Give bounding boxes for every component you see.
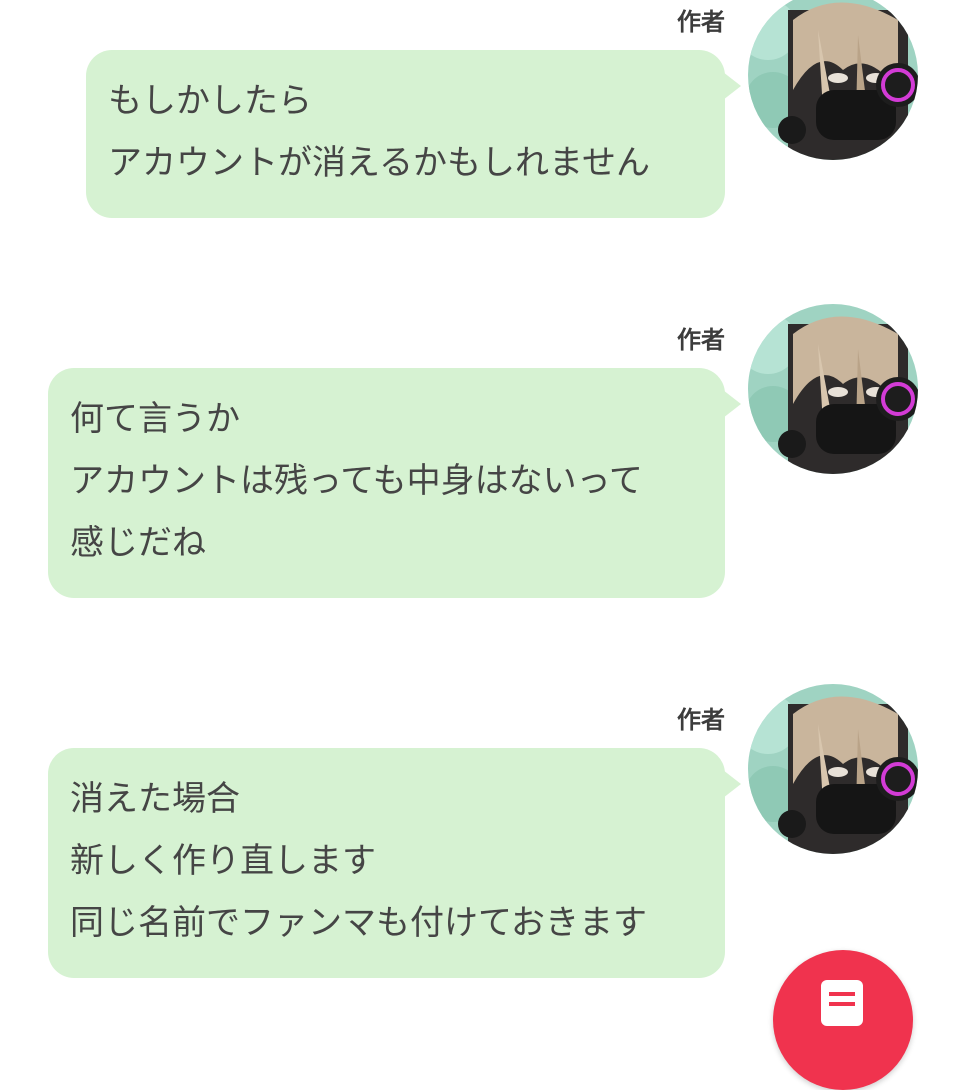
message-line: 感じだね <box>70 523 206 563</box>
author-avatar[interactable] <box>748 0 918 160</box>
document-icon <box>821 980 863 1026</box>
avatar-image <box>748 684 918 854</box>
message-bubble: もしかしたら アカウントが消えるかもしれません <box>86 50 741 218</box>
author-name: 作者 <box>677 8 725 36</box>
message-line: 消えた場合 <box>70 779 240 819</box>
avatar-image <box>748 0 918 160</box>
message-line: もしかしたら <box>108 81 312 121</box>
author-name: 作者 <box>677 326 725 354</box>
message-bubble: 何て言うか アカウントは残っても中身はないって 感じだね <box>48 368 741 598</box>
message-line: 新しく作り直します <box>70 841 376 881</box>
message-line: アカウントは残っても中身はないって <box>70 461 643 501</box>
message-line: 何て言うか <box>70 399 240 439</box>
author-avatar[interactable] <box>748 304 918 474</box>
message-bubble: 消えた場合 新しく作り直します 同じ名前でファンマも付けておきます <box>48 748 741 978</box>
message-line: アカウントが消えるかもしれません <box>108 143 650 183</box>
author-avatar[interactable] <box>748 684 918 854</box>
message-line: 同じ名前でファンマも付けておきます <box>70 903 647 943</box>
floating-action-button[interactable] <box>773 950 913 1090</box>
author-name: 作者 <box>677 706 725 734</box>
avatar-image <box>748 304 918 474</box>
